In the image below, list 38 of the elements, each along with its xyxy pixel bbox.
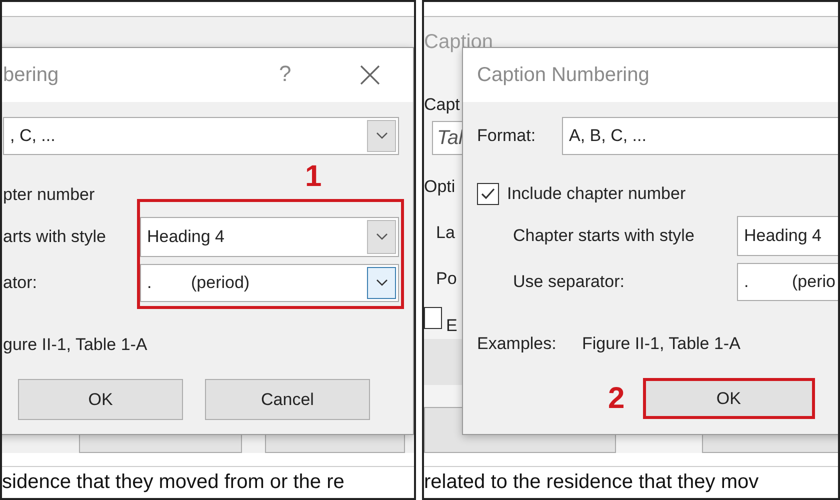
field-label: Use separator: xyxy=(513,271,626,293)
field-label: Chapter starts with style xyxy=(513,225,696,247)
separator-dropdown[interactable]: . (perio xyxy=(737,263,838,301)
ok-button[interactable]: OK xyxy=(642,378,815,419)
chevron-down-icon xyxy=(376,279,388,287)
examples-text: Figure II-1, Table 1-A xyxy=(582,333,740,355)
field-label: Format: xyxy=(477,125,537,147)
checkbox[interactable] xyxy=(424,307,442,329)
field-label: Po xyxy=(436,269,457,289)
cancel-button[interactable]: Cancel xyxy=(205,379,370,420)
step-number: 1 xyxy=(305,160,322,194)
document-text: related to the residence that they mov xyxy=(424,471,759,494)
checkbox-label: E xyxy=(446,316,458,336)
dialog-title: Caption xyxy=(424,31,493,54)
ok-button[interactable]: OK xyxy=(18,379,183,420)
chapter-style-dropdown[interactable]: Heading 4 xyxy=(737,216,838,256)
format-dropdown[interactable]: A, B, C, ... xyxy=(562,117,838,155)
close-icon[interactable] xyxy=(359,64,381,86)
field-label: Capt xyxy=(424,95,460,115)
field-label: La xyxy=(436,223,455,243)
checkbox-label: Include chapter number xyxy=(507,183,686,205)
field-label: arts with style xyxy=(3,226,107,248)
chevron-down-icon xyxy=(376,233,388,241)
chevron-down-icon xyxy=(376,132,388,140)
dialog-title: bering xyxy=(2,64,59,86)
document-text: sidence that they moved from or the re xyxy=(2,471,344,494)
checkbox[interactable] xyxy=(477,183,499,205)
separator-dropdown[interactable]: . (period) xyxy=(140,264,399,302)
chapter-style-dropdown[interactable]: Heading 4 xyxy=(140,217,399,257)
group-label: Opti xyxy=(424,177,456,197)
field-label: Examples: xyxy=(477,333,558,355)
field-label: ator: xyxy=(3,272,38,294)
help-button[interactable]: ? xyxy=(279,61,292,87)
step-number: 2 xyxy=(608,382,625,416)
examples-text: gure II-1, Table 1-A xyxy=(3,334,148,356)
dialog-title: Caption Numbering xyxy=(476,64,650,86)
checkbox-label: pter number xyxy=(3,184,96,206)
format-dropdown[interactable]: , C, ... xyxy=(3,117,399,155)
